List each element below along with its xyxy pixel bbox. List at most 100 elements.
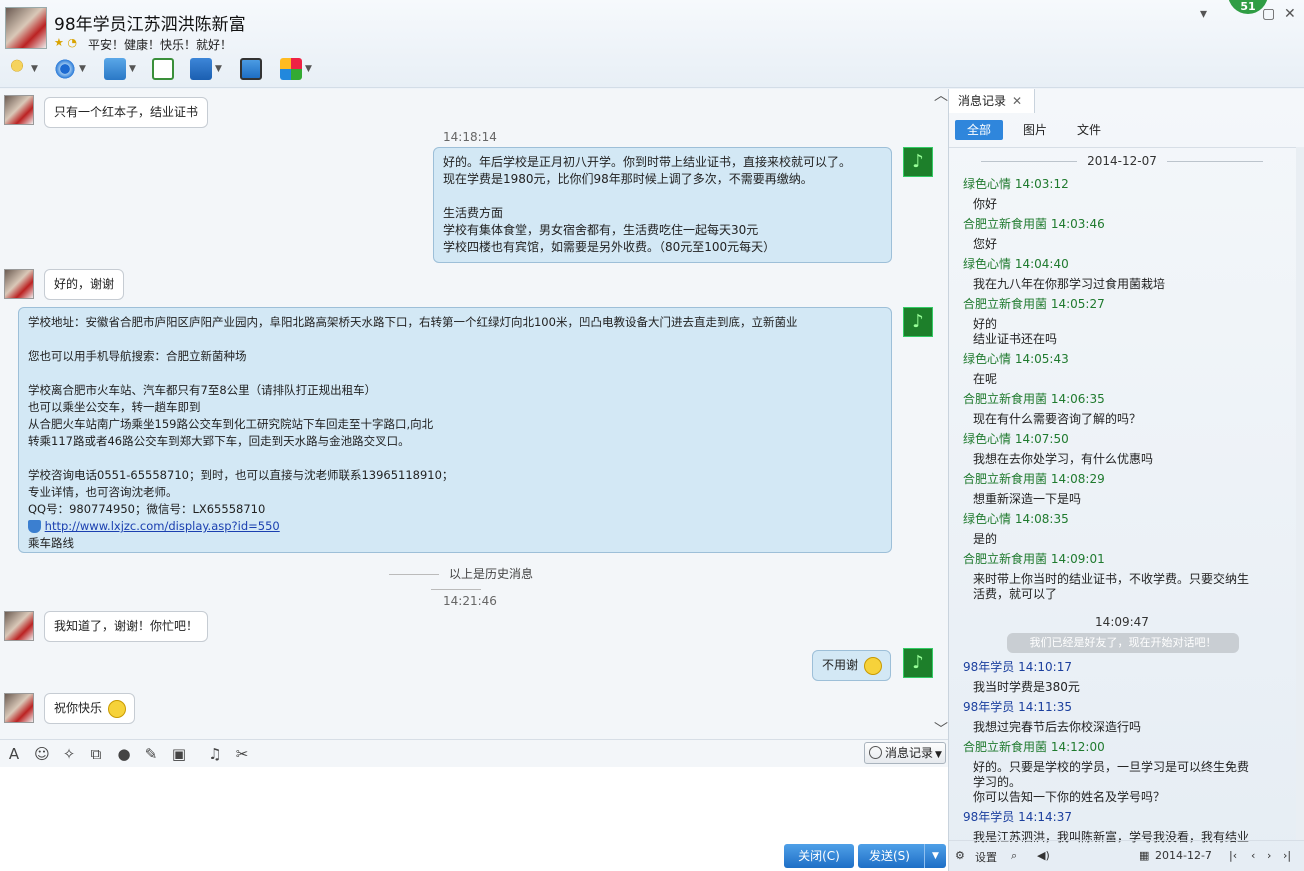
message-text: 您好: [973, 237, 998, 251]
message-text: 来时带上你当时的结业证书，不收学费。只要交纳生 活费，就可以了: [973, 572, 1250, 601]
tab-message-history[interactable]: 消息记录 ✕: [949, 89, 1035, 113]
message-text: 学校地址：安徽省合肥市庐阳区庐阳产业园内，阜阳北路高架桥天水路下口，右转第一个红…: [28, 315, 798, 516]
message-timestamp: 14:18:14: [443, 130, 497, 144]
message-link[interactable]: http://www.lxjzc.com/display.asp?id=550: [45, 519, 280, 533]
message-text: 我当时学费是380元: [973, 680, 1080, 694]
share-screen-button[interactable]: [240, 56, 262, 82]
sender-time: 合肥立新食用菌 14:03:46: [963, 217, 1105, 231]
avatar[interactable]: [4, 269, 34, 299]
new-chat-icon: [152, 58, 174, 80]
sender-time: 绿色心情 14:05:43: [963, 352, 1069, 366]
message-text: 你好: [973, 197, 998, 211]
file-transfer-button[interactable]: ▼: [104, 56, 136, 82]
message-bubble-right: 学校地址：安徽省合肥市庐阳区庐阳产业园内，阜阳北路高架桥天水路下口，右转第一个红…: [18, 307, 892, 553]
microphone-button[interactable]: ▼: [6, 56, 38, 82]
message-bubble-left: 好的，谢谢: [44, 269, 125, 300]
my-avatar[interactable]: ♪: [903, 648, 933, 678]
voice-icon[interactable]: ●: [115, 745, 133, 763]
list-item: 合肥立新食用菌 14:09:01 来时带上你当时的结业证书，不收学费。只要交纳生 …: [963, 551, 1283, 602]
gear-icon[interactable]: ⚙: [955, 849, 965, 862]
filter-files[interactable]: 文件: [1071, 120, 1107, 140]
screenshot-icon[interactable]: ⧉: [87, 745, 105, 763]
message-text: 现在有什么需要咨询了解的吗？: [973, 412, 1142, 426]
image-icon[interactable]: ▣: [170, 745, 188, 763]
message-text: 在呢: [973, 372, 998, 386]
list-item: 绿色心情 14:03:12 你好: [963, 176, 1283, 212]
chat-history[interactable]: ︿ 只有一个红本子，结业证书 14:18:14 好的。年后学校是正月初八开学。你…: [0, 89, 948, 739]
sender-time: 绿色心情 14:04:40: [963, 257, 1069, 271]
apps-button[interactable]: ▼: [280, 56, 312, 82]
message-text: 乘车路线: [28, 536, 74, 550]
message-input[interactable]: 关闭(C) 发送(S) ▼: [0, 767, 948, 871]
close-tab-icon[interactable]: ✕: [1012, 94, 1022, 108]
send-options-icon[interactable]: ▼: [924, 844, 946, 868]
close-window-icon[interactable]: ✕: [1284, 6, 1296, 22]
list-item: 绿色心情 14:04:40 我在九八年在你那学习过食用菌栽培: [963, 256, 1283, 292]
history-date[interactable]: 2014-12-7: [1155, 849, 1212, 862]
list-item: 绿色心情 14:08:35 是的: [963, 511, 1283, 547]
webcam-button[interactable]: ▼: [54, 56, 86, 82]
filter-images[interactable]: 图片: [1017, 120, 1053, 140]
list-item: 98年学员 14:10:17 我当时学费是380元: [963, 659, 1283, 695]
sender-time: 合肥立新食用菌 14:05:27: [963, 297, 1105, 311]
settings-link[interactable]: 设置: [975, 849, 997, 865]
message-timestamp: 14:21:46: [443, 594, 497, 608]
share-screen-icon: [240, 58, 262, 80]
emoji-icon[interactable]: ☺: [33, 745, 51, 763]
sender-time: 98年学员 14:11:35: [963, 700, 1072, 714]
sender-time: 绿色心情 14:08:35: [963, 512, 1069, 526]
file-transfer-icon: [104, 58, 126, 80]
list-item: 绿色心情 14:07:50 我想在去你处学习，有什么优惠吗: [963, 431, 1283, 467]
avatar[interactable]: [4, 95, 34, 125]
date-separator: 2014-12-07: [949, 154, 1295, 168]
new-chat-button[interactable]: [152, 56, 174, 82]
my-avatar[interactable]: ♪: [903, 307, 933, 337]
avatar[interactable]: [4, 693, 34, 723]
message-bubble-left: 我知道了，谢谢！你忙吧！: [44, 611, 209, 642]
list-item: 合肥立新食用菌 14:08:29 想重新深造一下是吗: [963, 471, 1283, 507]
message-text: 好的。只要是学校的学员，一旦学习是可以终生免费 学习的。 你可以告知一下你的姓名…: [973, 760, 1250, 804]
sender-time: 合肥立新食用菌 14:08:29: [963, 472, 1105, 486]
maximize-icon[interactable]: ▢: [1262, 6, 1275, 22]
history-scrollbar[interactable]: [1296, 147, 1304, 840]
edit-icon[interactable]: ✎: [142, 745, 160, 763]
filter-all[interactable]: 全部: [955, 120, 1003, 140]
sender-time: 绿色心情 14:03:12: [963, 177, 1069, 191]
scissors-icon[interactable]: ✂: [233, 745, 251, 763]
contact-name: 98年学员江苏泗洪陈新富: [54, 15, 246, 35]
magic-icon[interactable]: ✧: [60, 745, 78, 763]
prev-page-icon[interactable]: ‹: [1251, 849, 1255, 862]
status-star-icon: ★ ◔: [54, 36, 77, 49]
collapse-down-icon[interactable]: ﹀: [934, 719, 948, 739]
calendar-icon[interactable]: ▦: [1139, 849, 1149, 862]
my-avatar[interactable]: ♪: [903, 147, 933, 177]
list-item: 合肥立新食用菌 14:06:35 现在有什么需要咨询了解的吗？: [963, 391, 1283, 427]
message-text: 我在九八年在你那学习过食用菌栽培: [973, 277, 1166, 291]
message-text: 想重新深造一下是吗: [973, 492, 1082, 506]
avatar[interactable]: [4, 611, 34, 641]
music-icon[interactable]: ♫: [206, 745, 224, 763]
last-page-icon[interactable]: ›|: [1283, 849, 1291, 862]
chevron-down-icon[interactable]: ▾: [1200, 6, 1207, 22]
title-bar: 98年学员江苏泗洪陈新富 ★ ◔ 平安！健康！快乐！就好！ 51 ▾ ▢ ✕ ▼…: [0, 0, 1304, 88]
first-page-icon[interactable]: |‹: [1229, 849, 1237, 862]
history-footer: ⚙ 设置 ⌕ ◀) ▦ 2014-12-7 |‹ ‹ › ›|: [949, 840, 1304, 871]
close-button[interactable]: 关闭(C): [784, 844, 854, 868]
message-text: 我想过完春节后去你校深造行吗: [973, 720, 1142, 734]
message-history-button[interactable]: 消息记录 ▼: [864, 742, 946, 764]
next-page-icon[interactable]: ›: [1267, 849, 1271, 862]
contact-avatar[interactable]: [5, 7, 47, 49]
message-text: 好的 结业证书还在吗: [973, 317, 1058, 346]
history-log[interactable]: 2014-12-07 绿色心情 14:03:12 你好 合肥立新食用菌 14:03…: [949, 147, 1304, 844]
font-icon[interactable]: A: [5, 745, 23, 763]
speaker-icon[interactable]: ◀): [1037, 849, 1050, 862]
send-button[interactable]: 发送(S) ▼: [858, 844, 946, 868]
message-bubble-right: 好的。年后学校是正月初八开学。你到时带上结业证书，直接来校就可以了。 现在学费是…: [433, 147, 892, 263]
collapse-up-icon[interactable]: ︿: [934, 89, 948, 105]
list-item: 绿色心情 14:05:43 在呢: [963, 351, 1283, 387]
remote-desktop-button[interactable]: ▼: [190, 56, 222, 82]
search-icon[interactable]: ⌕: [1011, 849, 1017, 863]
message-text: 不用谢: [822, 658, 859, 672]
system-notice: 我们已经是好友了，现在开始对话吧！: [1007, 633, 1239, 653]
sender-time: 绿色心情 14:07:50: [963, 432, 1069, 446]
